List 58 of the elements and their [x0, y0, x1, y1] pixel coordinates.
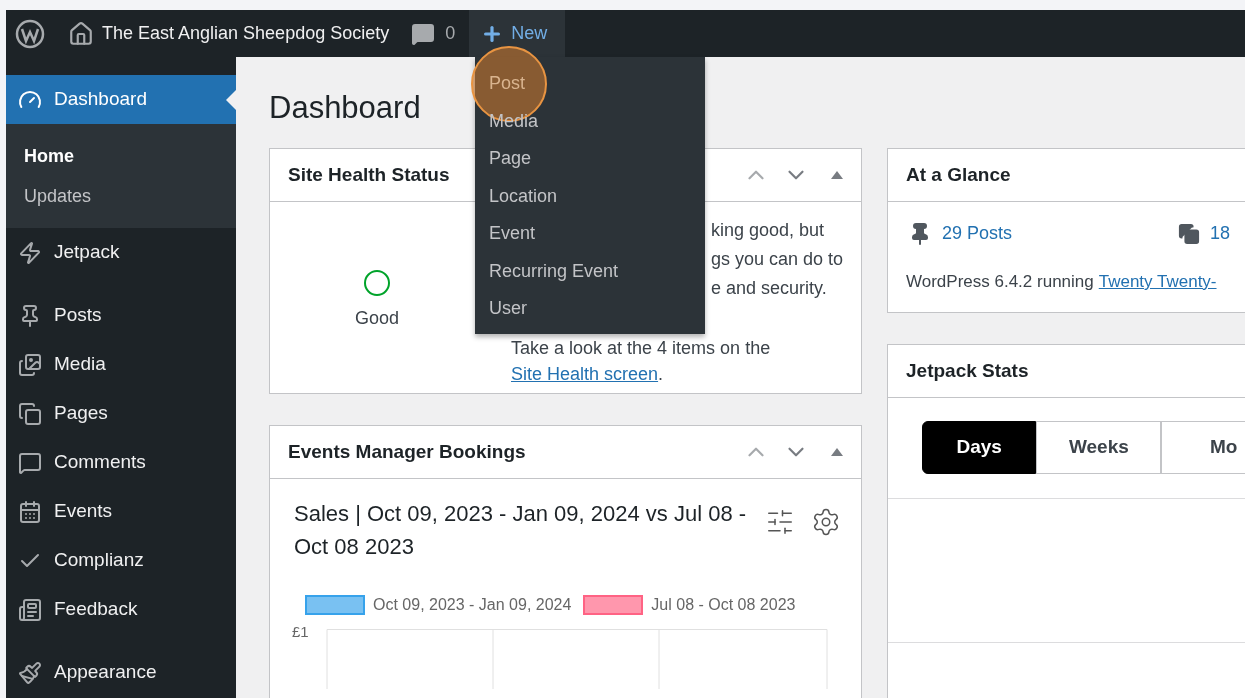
sidebar-menu-item[interactable]: Posts: [6, 291, 236, 340]
dropdown-menu-item[interactable]: User: [475, 290, 705, 328]
pages-count-link[interactable]: 18: [1210, 220, 1231, 247]
card-title: At a Glance: [906, 162, 1011, 187]
period-tab[interactable]: Mo: [1161, 421, 1245, 474]
sales-title: Sales | Oct 09, 2023 - Jan 09, 2024 vs Jul 08 - Oct 08 2023: [294, 500, 748, 561]
axis-tick-label: £1: [292, 622, 310, 642]
pages-icon: [1178, 222, 1201, 245]
paintbrush-icon: [18, 660, 42, 685]
dropdown-menu-item[interactable]: Recurring Event: [475, 252, 705, 290]
wordpress-logo-icon[interactable]: [15, 18, 45, 49]
dropdown-menu-item[interactable]: Event: [475, 215, 705, 253]
card-title: Site Health Status: [288, 162, 450, 187]
new-menu-button[interactable]: New: [469, 10, 566, 57]
comment-icon[interactable]: [411, 21, 436, 46]
form-icon: [18, 597, 42, 622]
comment-count: 0: [445, 22, 456, 45]
legend-label: Oct 09, 2023 - Jan 09, 2024: [373, 595, 572, 615]
posts-count-link[interactable]: 29 Posts: [942, 220, 1013, 247]
media-icon: [18, 352, 42, 377]
theme-link[interactable]: Twenty Twenty-: [1098, 269, 1217, 295]
submenu-item[interactable]: Updates: [6, 176, 236, 216]
page-title: Dashboard: [269, 89, 421, 127]
dropdown-menu-item[interactable]: Page: [475, 140, 705, 178]
health-text-line: e and security.: [711, 277, 827, 300]
sidebar-menu-item[interactable]: Feedback: [6, 585, 236, 634]
sidebar-menu-item[interactable]: Events: [6, 487, 236, 536]
version-text: WordPress 6.4.2 running: [906, 271, 1094, 293]
card-title: Events Manager Bookings: [288, 439, 526, 464]
sidebar-menu-item[interactable]: Complianz: [6, 536, 236, 585]
sidebar-menu-item[interactable]: Comments: [6, 438, 236, 487]
settings-icon[interactable]: [811, 507, 841, 537]
submenu-item[interactable]: Home: [6, 136, 236, 176]
bolt-icon: [18, 240, 42, 265]
health-text-line: king good, but: [711, 219, 825, 242]
legend-label: Jul 08 - Oct 08 2023: [651, 595, 796, 615]
sidebar-menu-item[interactable]: Pages: [6, 389, 236, 438]
calendar-icon: [18, 499, 42, 524]
site-name-link[interactable]: The East Anglian Sheepdog Society: [102, 20, 390, 47]
pages-icon: [18, 401, 42, 426]
collapse-triangle-icon[interactable]: [831, 171, 843, 179]
sidebar-menu-item[interactable]: Dashboard: [6, 75, 236, 124]
status-ring-icon: [363, 269, 391, 297]
site-health-link[interactable]: Site Health screen: [511, 364, 659, 384]
period-tab[interactable]: Weeks: [1036, 421, 1162, 474]
speech-bubble-icon: [18, 450, 42, 475]
sidebar-menu-item[interactable]: Media: [6, 340, 236, 389]
period-tab[interactable]: Days: [922, 421, 1037, 474]
dropdown-menu-item[interactable]: Location: [475, 177, 705, 215]
card-title: Jetpack Stats: [906, 358, 1029, 383]
collapse-triangle-icon[interactable]: [831, 448, 843, 456]
health-text-line: gs you can do to: [711, 248, 844, 271]
sidebar-menu-item[interactable]: Jetpack: [6, 228, 236, 277]
health-status-label: Good: [354, 307, 399, 330]
health-note: Take a look at the 4 items on the Site Health screen.: [511, 337, 772, 386]
sidebar-menu-item[interactable]: Appearance: [6, 648, 236, 697]
sliders-icon[interactable]: [765, 507, 795, 537]
home-icon[interactable]: [68, 20, 94, 47]
